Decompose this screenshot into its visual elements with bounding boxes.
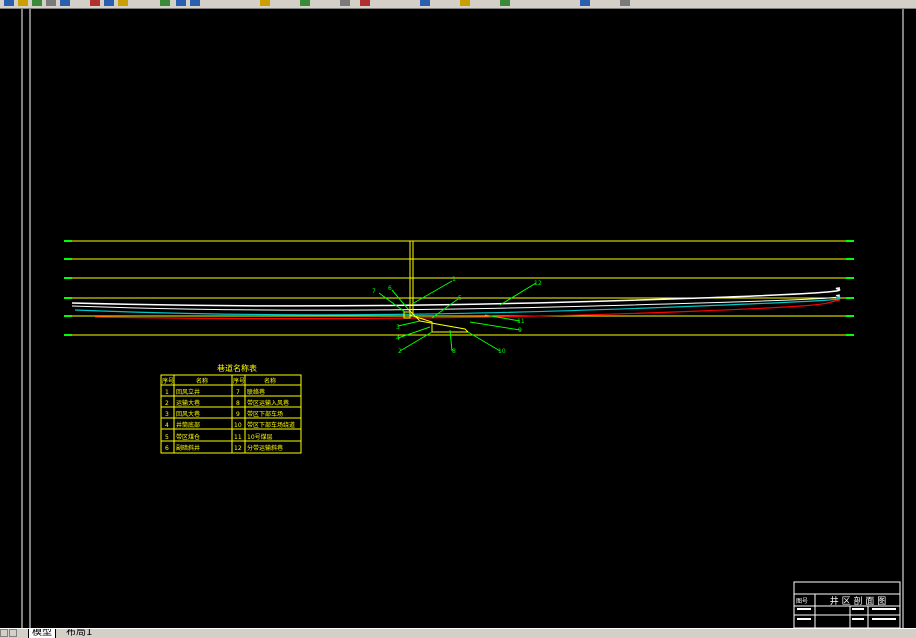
title-block-title: 井 区 剖 面 图 xyxy=(830,595,886,607)
paste-icon[interactable] xyxy=(118,0,128,6)
cut-icon[interactable] xyxy=(90,0,100,6)
toolbar xyxy=(0,0,916,9)
seam-line-white xyxy=(71,287,841,307)
table-cell: 回风大巷 xyxy=(176,410,200,418)
drawing-canvas[interactable]: 1 2 3 4 5 6 7 8 9 10 11 12 巷道名称表 序号 名称 序… xyxy=(0,9,916,629)
zoom-previous-icon[interactable] xyxy=(360,0,370,6)
table-cell: 1 xyxy=(165,389,169,396)
callout-6: 6 xyxy=(388,285,392,292)
tab-first-arrow-icon[interactable] xyxy=(0,629,8,637)
help-icon[interactable] xyxy=(620,0,630,6)
elevation-tags xyxy=(64,240,854,336)
callout-9: 9 xyxy=(518,327,522,334)
save-icon[interactable] xyxy=(32,0,42,6)
callout-4: 4 xyxy=(396,335,400,342)
cad-drawing: 1 2 3 4 5 6 7 8 9 10 11 12 巷道名称表 序号 名称 序… xyxy=(21,9,904,629)
callout-2: 2 xyxy=(398,348,402,355)
roadway-table: 巷道名称表 序号 名称 序号 名称 1 回风立井 7 联络巷 2 运输大巷 8 … xyxy=(160,363,302,454)
table-cell: 3 xyxy=(165,411,169,418)
table-cell: 井筒底部 xyxy=(176,421,200,429)
table-cell: 运输大巷 xyxy=(176,399,200,407)
undo-icon[interactable] xyxy=(176,0,186,6)
callout-12: 12 xyxy=(534,280,542,287)
table-cell: 联络巷 xyxy=(247,388,265,396)
table-cell: 回风立井 xyxy=(176,388,200,396)
table-header-name-2: 名称 xyxy=(264,377,276,385)
table-cell: 9 xyxy=(236,411,240,418)
open-icon[interactable] xyxy=(18,0,28,6)
table-cell: 带区煤仓 xyxy=(176,433,200,441)
pan-icon[interactable] xyxy=(260,0,270,6)
callout-3: 3 xyxy=(396,324,400,331)
elevation-lines xyxy=(70,240,850,336)
tab-prev-arrow-icon[interactable] xyxy=(9,629,17,637)
callout-5: 5 xyxy=(458,295,462,302)
table-cell: 分带运输斜巷 xyxy=(247,444,283,452)
table-header-no-2: 序号 xyxy=(233,377,245,385)
table-cell: 10 xyxy=(234,422,242,429)
preview-icon[interactable] xyxy=(60,0,70,6)
callout-8: 8 xyxy=(452,348,456,355)
table-cell: 5 xyxy=(165,434,169,441)
title-block: 图号 井 区 剖 面 图 xyxy=(793,581,901,629)
table-cell: 副暗斜井 xyxy=(176,444,200,452)
print-icon[interactable] xyxy=(46,0,56,6)
tool-palette-icon[interactable] xyxy=(500,0,510,6)
table-title: 巷道名称表 xyxy=(217,363,257,373)
callout-10: 10 xyxy=(498,348,506,355)
zoom-realtime-icon[interactable] xyxy=(300,0,310,6)
table-cell: 2 xyxy=(165,400,169,407)
callout-7: 7 xyxy=(372,288,376,295)
callout-11: 11 xyxy=(517,318,525,325)
table-cell: 10号煤层 xyxy=(247,433,273,441)
table-cell: 带区下部车场 xyxy=(247,410,283,418)
design-center-icon[interactable] xyxy=(460,0,470,6)
copy-icon[interactable] xyxy=(104,0,114,6)
table-cell: 带区下部车场绕道 xyxy=(247,421,295,429)
table-cell: 12 xyxy=(234,445,242,452)
properties-icon[interactable] xyxy=(420,0,430,6)
table-cell: 11 xyxy=(234,434,242,441)
redo-icon[interactable] xyxy=(190,0,200,6)
table-cell: 6 xyxy=(165,445,169,452)
match-icon[interactable] xyxy=(160,0,170,6)
new-icon[interactable] xyxy=(4,0,14,6)
layer-icon[interactable] xyxy=(580,0,590,6)
table-cell: 4 xyxy=(165,422,169,429)
table-header-name-1: 名称 xyxy=(196,377,208,385)
table-cell: 带区运输入风巷 xyxy=(247,399,289,407)
title-block-label: 图号 xyxy=(796,598,808,605)
callout-1: 1 xyxy=(452,276,456,283)
zoom-window-icon[interactable] xyxy=(340,0,350,6)
table-cell: 8 xyxy=(236,400,240,407)
table-cell: 7 xyxy=(236,389,240,396)
table-header-no-1: 序号 xyxy=(162,377,174,385)
